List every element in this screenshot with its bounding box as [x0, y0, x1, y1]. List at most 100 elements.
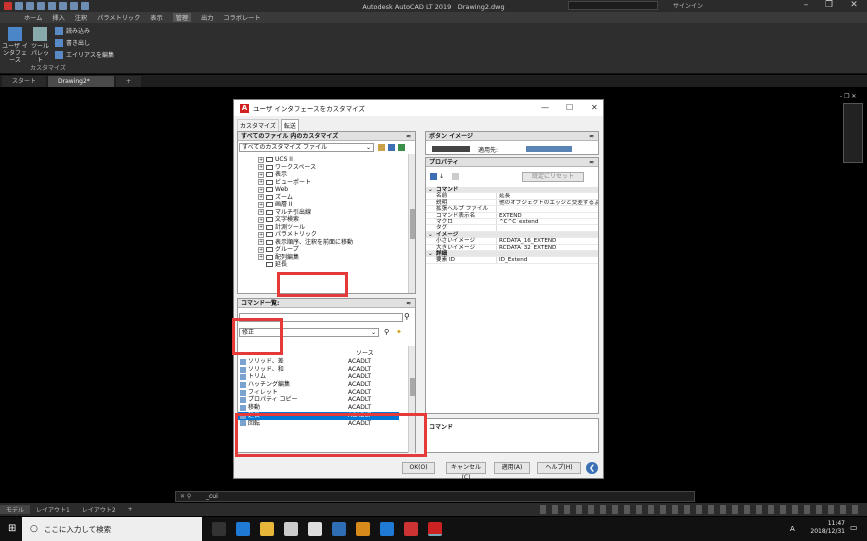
tree-item[interactable]: + マルチ引出線 — [258, 209, 353, 217]
tree-item[interactable]: + ビューポート — [258, 179, 353, 187]
collapse-icon[interactable]: ≈ — [406, 299, 411, 308]
categorized-icon[interactable] — [430, 173, 437, 180]
customization-file-select[interactable]: すべてのカスタマイズ ファイル ⌄ — [239, 143, 374, 152]
command-row[interactable]: 移動 ACADLT — [238, 404, 399, 412]
edit-alias-button[interactable]: エイリアスを編集 — [55, 51, 114, 59]
store-icon[interactable] — [308, 522, 322, 536]
autocad-taskbar-icon[interactable] — [428, 522, 442, 536]
expand-icon[interactable]: + — [258, 231, 264, 238]
help-button[interactable]: ヘルプ(H) — [537, 462, 581, 474]
help-search-input[interactable] — [568, 1, 658, 10]
tree-item[interactable]: + 表示 — [258, 171, 353, 179]
command-row[interactable]: プロパティ コピー ACADLT — [238, 396, 399, 404]
ime-indicator[interactable]: A — [790, 525, 795, 533]
expand-icon[interactable]: + — [258, 201, 264, 208]
taskbar-search[interactable]: ○ ここに入力して検索 — [22, 517, 202, 541]
collapse-icon[interactable]: ≈ — [406, 132, 411, 141]
tree-scrollbar[interactable] — [408, 154, 415, 293]
ribbon-tab-4[interactable]: 表示 — [150, 13, 162, 22]
ribbon-tab-3[interactable]: パラメトリック — [97, 13, 140, 22]
expand-icon[interactable]: + — [258, 254, 264, 261]
ribbon-tab-7[interactable]: コラボレート — [223, 13, 260, 22]
expand-icon[interactable]: + — [258, 239, 264, 246]
new-command-icon[interactable]: ✦ — [396, 328, 402, 336]
tab-layout1[interactable]: レイアウト1 — [30, 505, 76, 514]
tree-item[interactable]: + ワークスペース — [258, 164, 353, 172]
collapse-panes-icon[interactable]: ❮ — [586, 462, 598, 474]
command-row[interactable]: ハッチング編集 ACADLT — [238, 381, 399, 389]
collapse-icon[interactable]: ≈ — [589, 132, 594, 141]
reload-icon[interactable] — [398, 144, 405, 151]
ribbon-tab-2[interactable]: 注釈 — [75, 13, 87, 22]
expand-icon[interactable]: + — [258, 194, 264, 201]
clock[interactable]: 11:47 2018/12/31 — [810, 520, 845, 536]
tab-layout2[interactable]: レイアウト2 — [76, 505, 122, 514]
status-toggles[interactable] — [540, 505, 860, 514]
expand-icon[interactable]: + — [258, 179, 264, 186]
ribbon-tab-5[interactable]: 管理 — [172, 13, 192, 22]
collapse-category-icon[interactable]: ⌄ — [426, 251, 434, 257]
app-red-icon[interactable] — [404, 522, 418, 536]
signin-button[interactable]: サインイン — [673, 1, 703, 10]
command-row[interactable]: フィレット ACADLT — [238, 389, 399, 397]
tab-start[interactable]: スタート — [2, 76, 47, 87]
edge-icon[interactable] — [236, 522, 250, 536]
tree-item[interactable]: + 画層 II — [258, 201, 353, 209]
tab-model[interactable]: モデル — [0, 505, 31, 514]
expand-icon[interactable]: + — [258, 156, 264, 163]
restore-icon[interactable]: ❐ — [818, 0, 840, 12]
ribbon-tab-6[interactable]: 出力 — [201, 13, 213, 22]
dialog-minimize-icon[interactable]: — — [541, 103, 549, 112]
reset-default-button[interactable]: 既定にリセット — [522, 172, 584, 182]
minimize-icon[interactable]: – — [795, 0, 817, 12]
expand-icon[interactable]: + — [258, 171, 264, 178]
tree-item[interactable]: + 配列編集 — [258, 254, 353, 262]
find-command-icon[interactable]: ⚲ — [384, 328, 389, 336]
apply-target-select[interactable] — [526, 146, 572, 152]
collapse-category-icon[interactable]: ⌄ — [426, 232, 434, 238]
tree-item[interactable]: + Web — [258, 186, 353, 194]
cmd-close-icon[interactable]: ✕ ⚲ — [180, 493, 191, 500]
windows-start-icon[interactable]: ⊞ — [8, 523, 16, 534]
cancel-button[interactable]: キャンセル(C) — [446, 462, 486, 481]
app-orange-icon[interactable] — [356, 522, 370, 536]
viewport-controls-icon[interactable]: - ❐ ✕ — [840, 93, 856, 100]
tree-item[interactable]: 延長 — [258, 261, 353, 269]
navigation-bar[interactable] — [843, 103, 863, 163]
expand-icon[interactable]: + — [258, 224, 264, 231]
ok-button[interactable]: OK(O) — [402, 462, 435, 474]
open-file-icon[interactable] — [378, 144, 385, 151]
dialog-close-icon[interactable]: ✕ — [591, 103, 598, 112]
apply-button[interactable]: 適用(A) — [494, 462, 530, 474]
tree-item[interactable]: + 表示順序、注釈を前面に移動 — [258, 239, 353, 247]
search-icon[interactable]: ⚲ — [404, 312, 410, 321]
tree-item[interactable]: + 計測ツール — [258, 224, 353, 232]
expand-icon[interactable]: + — [258, 186, 264, 193]
command-row[interactable]: ソリッド、和 ACADLT — [238, 366, 399, 374]
collapse-icon[interactable]: ≈ — [589, 158, 594, 167]
tree-item[interactable]: + 文字検索 — [258, 216, 353, 224]
close-icon[interactable]: ✕ — [843, 0, 865, 12]
expand-icon[interactable]: + — [258, 209, 264, 216]
save-file-icon[interactable] — [388, 144, 395, 151]
ribbon-tab-1[interactable]: 挿入 — [52, 13, 64, 22]
sort-alpha-icon[interactable]: ↓ — [439, 173, 446, 180]
tree-item[interactable]: + パラメトリック — [258, 231, 353, 239]
task-view-icon[interactable] — [212, 522, 226, 536]
notification-icon[interactable]: ▭ — [850, 523, 858, 532]
add-layout-icon[interactable]: + — [122, 506, 139, 513]
property-row[interactable]: 要素 ID ID_Extend — [426, 257, 598, 264]
import-button[interactable]: 読み込み — [55, 27, 90, 35]
ribbon-tab-0[interactable]: ホーム — [24, 13, 42, 22]
export-button[interactable]: 書き出し — [55, 39, 90, 47]
command-row[interactable]: ソリッド、差 ACADLT — [238, 358, 399, 366]
cui-button[interactable]: ユーザ インタフェース — [2, 27, 28, 64]
tree-item[interactable]: + グループ — [258, 246, 353, 254]
expand-icon[interactable]: + — [258, 216, 264, 223]
command-row[interactable]: トリム ACADLT — [238, 373, 399, 381]
explorer-icon[interactable] — [260, 522, 274, 536]
collapse-category-icon[interactable]: ⌄ — [426, 187, 434, 193]
tree-item[interactable]: + ズーム — [258, 194, 353, 202]
mail-icon[interactable] — [284, 522, 298, 536]
new-tab-icon[interactable]: + — [116, 76, 142, 87]
